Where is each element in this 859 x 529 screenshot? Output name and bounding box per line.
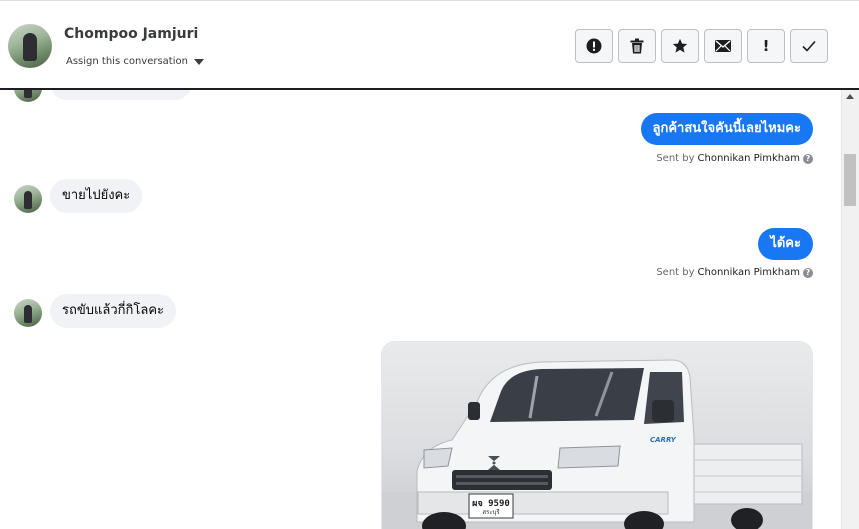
sent-by-prefix: Sent by: [656, 267, 695, 278]
assign-conversation-dropdown[interactable]: Assign this conversation: [66, 56, 204, 67]
assign-conversation-label: Assign this conversation: [66, 56, 188, 67]
contact-avatar-small: [14, 90, 42, 102]
contact-avatar-small[interactable]: [14, 185, 42, 213]
exclamation-circle-icon: [586, 38, 602, 54]
sender-name[interactable]: Chonnikan Pimkham: [698, 267, 800, 278]
chat-scrollbar[interactable]: [841, 90, 859, 529]
checkmark-icon: [802, 40, 816, 52]
sent-by-line: Sent by Chonnikan Pimkham ?: [656, 153, 813, 164]
contact-name[interactable]: Chompoo Jamjuri: [64, 26, 198, 42]
image-attachment[interactable]: ผจ 9590 สระบุรี CARRY: [381, 341, 813, 529]
star-icon: [672, 38, 688, 53]
mark-important-button[interactable]: !: [747, 29, 785, 63]
sent-by-line: Sent by Chonnikan Pimkham ?: [656, 267, 813, 278]
trash-icon: [630, 38, 644, 54]
delete-button[interactable]: [618, 29, 656, 63]
question-circle-icon[interactable]: ?: [803, 267, 813, 278]
contact-avatar[interactable]: [8, 24, 52, 68]
contact-avatar-small[interactable]: [14, 299, 42, 327]
caret-down-icon: [193, 58, 204, 65]
star-button[interactable]: [661, 29, 699, 63]
outgoing-message-bubble[interactable]: ลูกค้าสนใจคันนี้เลยไหมคะ: [640, 113, 813, 145]
incoming-message-bubble-partial: [50, 90, 192, 100]
sender-name[interactable]: Chonnikan Pimkham: [698, 153, 800, 164]
outgoing-message-bubble[interactable]: ได้คะ: [758, 228, 813, 260]
message-thread: ลูกค้าสนใจคันนี้เลยไหมคะ Sent by Chonnik…: [0, 90, 841, 529]
pickup-truck-photo: [382, 359, 812, 529]
incoming-message-bubble[interactable]: ขายไปยังคะ: [50, 179, 143, 213]
important-label: !: [762, 37, 770, 55]
question-circle-icon[interactable]: ?: [803, 153, 813, 164]
truck-badge: CARRY: [650, 436, 676, 444]
license-plate-province: สระบุรี: [482, 509, 500, 516]
scroll-up-arrow-icon[interactable]: [846, 94, 854, 99]
incoming-message-bubble[interactable]: รถขับแล้วกี่กิโลคะ: [50, 294, 177, 328]
mark-unread-button[interactable]: [704, 29, 742, 63]
action-toolbar: !: [575, 29, 828, 63]
envelope-icon: [715, 40, 731, 52]
mark-done-button[interactable]: [790, 29, 828, 63]
report-button[interactable]: [575, 29, 613, 63]
conversation-header: Chompoo Jamjuri Assign this conversation: [0, 0, 859, 90]
sent-by-prefix: Sent by: [656, 153, 695, 164]
scrollbar-thumb[interactable]: [844, 154, 856, 206]
